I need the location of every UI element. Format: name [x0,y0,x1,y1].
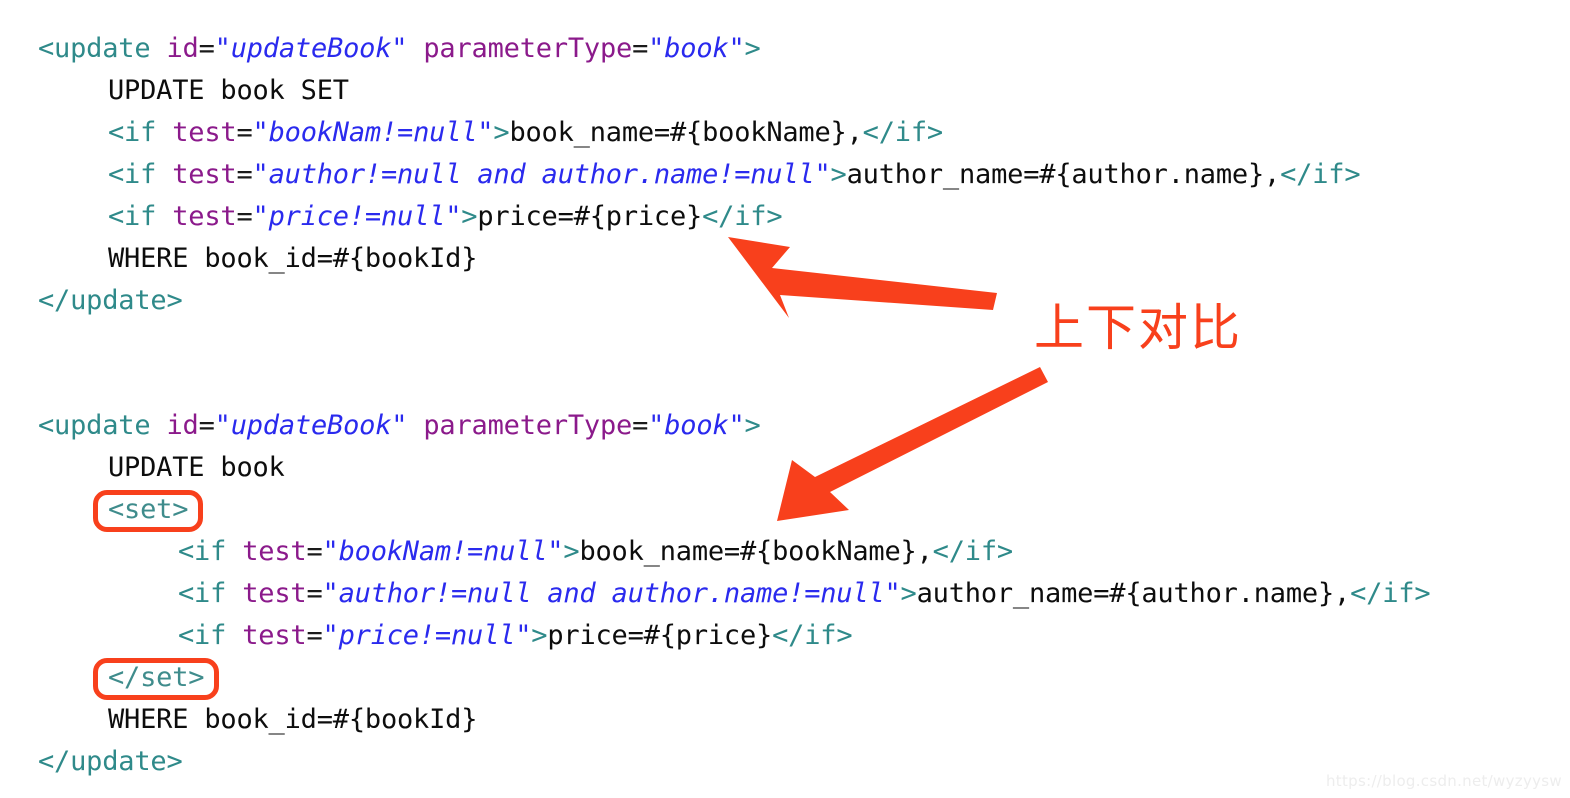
code-line: </update> [38,280,1360,322]
code-token-tag: > [830,159,847,190]
code-token-attr: test [172,201,237,232]
code-token-tag: </if> [1280,159,1361,190]
code-line: <update id="updateBook" parameterType="b… [38,28,1360,70]
code-token-attr: parameterType [423,410,633,441]
code-token-tag: </if> [702,201,783,232]
code-token-tag: > [563,536,580,567]
code-token-tag: </update> [38,746,183,777]
code-token-val: "author!=null and author.name!=null" [322,578,901,609]
code-token-tag: > [744,410,761,441]
code-token-val: "price!=null" [322,620,532,651]
code-token-text: WHERE book_id=#{bookId} [108,243,478,274]
code-token-val: "updateBook" [214,33,408,64]
set-tag-highlight-box: <set> [93,490,204,532]
code-token-eq: = [306,536,323,567]
watermark-text: https://blog.csdn.net/wyzyysw [1325,772,1562,790]
code-token-val: "price!=null" [252,201,462,232]
code-token-attr: test [242,620,307,651]
code-token-tag: > [531,620,548,651]
code-line: <if test="bookNam!=null">book_name=#{boo… [38,112,1360,154]
image-canvas: <update id="updateBook" parameterType="b… [0,0,1570,798]
code-line-highlighted: </set> [38,657,1430,700]
code-token-tag: <if [108,117,173,148]
code-token-text: book_name=#{bookName}, [579,536,933,567]
code-line-highlighted: <set> [38,489,1430,532]
code-token-attr: test [242,578,307,609]
code-token-eq: = [306,620,323,651]
code-token-tag: <if [108,159,173,190]
code-line: UPDATE book SET [38,70,1360,112]
code-token-attr: test [172,159,237,190]
code-line: <if test="price!=null">price=#{price}</i… [38,615,1430,657]
code-token-tag: </if> [932,536,1013,567]
code-block-with-set: <update id="updateBook" parameterType="b… [38,405,1431,783]
code-token-attr: test [172,117,237,148]
code-token-tag: <if [108,201,173,232]
code-token-attr: id [166,33,199,64]
code-token-eq: = [632,410,649,441]
code-token-val: "book" [648,410,745,441]
code-line: <if test="author!=null and author.name!=… [38,154,1361,196]
code-token-tag: <if [178,620,243,651]
code-token-tag: </update> [38,285,183,316]
code-token-eq: = [236,159,253,190]
code-token-tag: <if [178,578,243,609]
code-token-text: UPDATE book SET [108,75,349,106]
code-token-tag: <set> [108,494,189,525]
code-token-text: UPDATE book [108,452,285,483]
code-token-tag: > [493,117,510,148]
code-line: </update> [38,741,1430,783]
code-token-tag: </if> [1350,578,1431,609]
code-token-attr: test [242,536,307,567]
code-line: <update id="updateBook" parameterType="b… [38,405,1430,447]
code-token-eq: = [198,33,215,64]
code-line: <if test="price!=null">price=#{price}</i… [38,196,1360,238]
code-token-val: "author!=null and author.name!=null" [252,159,831,190]
code-block-without-set: <update id="updateBook" parameterType="b… [38,28,1361,322]
code-token-val: "book" [648,33,745,64]
code-token-text: book_name=#{bookName}, [509,117,863,148]
code-token-val: "updateBook" [214,410,408,441]
code-token-text: price=#{price} [477,201,703,232]
code-token-tag: </set> [108,662,205,693]
code-token-attr: parameterType [423,33,633,64]
code-line: <if test="bookNam!=null">book_name=#{boo… [38,531,1430,573]
code-token-tag: </if> [772,620,853,651]
set-tag-highlight-box: </set> [93,658,220,700]
code-token-val: "bookNam!=null" [322,536,564,567]
code-token-eq: = [198,410,215,441]
code-token-eq: = [236,117,253,148]
code-token-text: author_name=#{author.name}, [846,159,1281,190]
code-line: WHERE book_id=#{bookId} [38,699,1430,741]
code-token-eq: = [306,578,323,609]
code-token-tag: > [744,33,761,64]
code-token-tag: > [461,201,478,232]
code-token-tag: > [900,578,917,609]
code-line: <if test="author!=null and author.name!=… [38,573,1431,615]
code-token-text: price=#{price} [547,620,773,651]
code-line: WHERE book_id=#{bookId} [38,238,1360,280]
code-token-eq: = [632,33,649,64]
code-token-attr: id [166,410,199,441]
code-token-tag: <update [38,410,167,441]
code-token-text: WHERE book_id=#{bookId} [108,704,478,735]
code-token-tag: </if> [862,117,943,148]
code-token-tag: <if [178,536,243,567]
code-token-val: "bookNam!=null" [252,117,494,148]
code-token-tag: <update [38,33,167,64]
code-line: UPDATE book [38,447,1430,489]
code-token-text: author_name=#{author.name}, [916,578,1351,609]
code-token-eq: = [236,201,253,232]
